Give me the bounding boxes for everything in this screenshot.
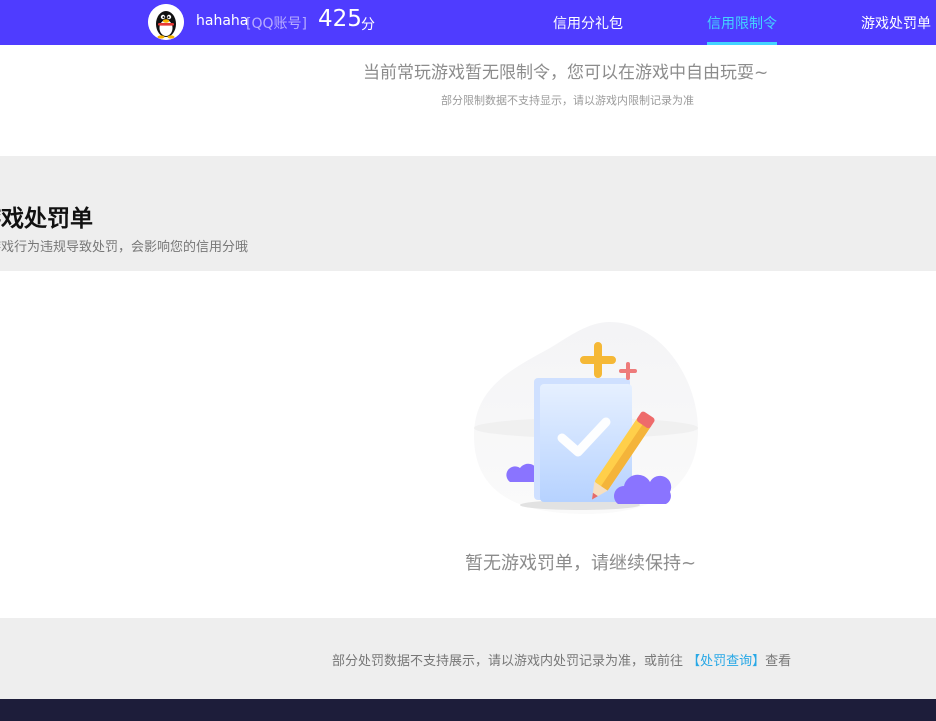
- empty-penalty-message: 暂无游戏罚单，请继续保持~: [465, 553, 697, 574]
- penalty-query-link[interactable]: 【处罚查询】: [687, 654, 765, 669]
- tab-game-penalty[interactable]: 游戏处罚单: [861, 13, 931, 33]
- avatar[interactable]: [148, 4, 184, 40]
- section-description: 游戏行为违规导致处罚，会影响您的信用分哦: [0, 240, 249, 255]
- tab-credit-restriction[interactable]: 信用限制令: [707, 13, 777, 33]
- tab-credit-gift[interactable]: 信用分礼包: [553, 13, 623, 33]
- empty-folder-check-icon: [474, 322, 698, 514]
- top-nav-bar: hahaha [QQ账号] 425 分 信用分礼包 信用限制令 游戏处罚单: [0, 0, 936, 45]
- restriction-sub-note: 部分限制数据不支持显示，请以游戏内限制记录为准: [441, 94, 694, 107]
- footer-note: 部分处罚数据不支持展示，请以游戏内处罚记录为准，或前往 【处罚查询】查看: [332, 650, 791, 669]
- page-footer: [0, 699, 936, 721]
- credit-score-unit: 分: [361, 17, 375, 33]
- username: hahaha: [196, 13, 249, 29]
- section-title: 游戏处罚单: [0, 206, 93, 232]
- credit-score: 425: [318, 6, 362, 32]
- restriction-message: 当前常玩游戏暂无限制令，您可以在游戏中自由玩耍~: [363, 63, 769, 83]
- empty-state-illustration: [470, 318, 702, 518]
- qq-penguin-icon: [148, 4, 184, 40]
- active-tab-indicator: [707, 42, 777, 45]
- footer-note-suffix: 查看: [765, 654, 792, 669]
- account-type-label: [QQ账号]: [246, 16, 307, 32]
- footer-note-prefix: 部分处罚数据不支持展示，请以游戏内处罚记录为准，或前往: [332, 654, 684, 669]
